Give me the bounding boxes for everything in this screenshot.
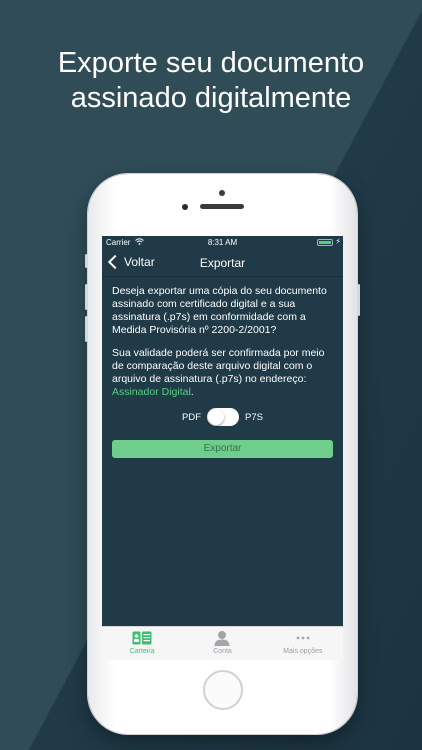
status-bar: Carrier 8:31 AM ⚡ — [102, 236, 343, 250]
proximity-sensor — [219, 190, 225, 196]
navigation-bar: Voltar Exportar — [102, 250, 343, 277]
earpiece-speaker — [200, 204, 244, 209]
tab-conta[interactable]: Conta — [182, 627, 262, 660]
headline-line-1: Exporte seu documento — [57, 47, 365, 79]
status-time: 8:31 AM — [207, 238, 238, 247]
tab-label: Mais opções — [283, 648, 323, 655]
mute-switch — [85, 254, 88, 268]
more-dots-icon — [263, 630, 343, 646]
home-button[interactable] — [203, 670, 243, 710]
wallet-card-icon — [102, 630, 182, 646]
format-toggle-switch[interactable] — [207, 408, 240, 426]
volume-down-button — [85, 316, 88, 342]
tab-mais-opcoes[interactable]: Mais opções — [263, 627, 343, 660]
validation-text: Sua validade poderá ser confirmada por m… — [112, 347, 325, 385]
export-description: Deseja exportar uma cópia do seu documen… — [112, 285, 327, 336]
validation-text-end: . — [190, 386, 194, 398]
page-headline: Exporte seu documento assinado digitalme… — [0, 46, 422, 116]
battery-icon — [317, 239, 333, 246]
person-icon — [182, 630, 262, 646]
validation-description: Sua validade poderá ser confirmada por m… — [112, 347, 333, 399]
tab-label: Carteira — [129, 648, 155, 655]
front-camera — [182, 204, 188, 210]
app-screen: Carrier 8:31 AM ⚡ Voltar Exportar Deseja… — [102, 236, 343, 660]
power-button — [357, 284, 360, 316]
tab-bar: Carteira Conta Mais opções — [102, 626, 343, 660]
volume-up-button — [85, 284, 88, 310]
headline-line-2: assinado digitalmente — [70, 82, 352, 114]
toggle-knob — [208, 409, 225, 425]
assinador-digital-link[interactable]: Assinador Digital — [112, 386, 191, 398]
tab-carteira[interactable]: Carteira — [102, 627, 182, 660]
tab-label: Conta — [213, 648, 232, 655]
charging-icon: ⚡ — [335, 237, 341, 246]
p7s-label: P7S — [245, 411, 263, 423]
nav-title: Exportar — [199, 256, 246, 270]
format-toggle-row: PDF P7S — [112, 408, 333, 426]
export-content: Deseja exportar uma cópia do seu documen… — [102, 277, 343, 426]
pdf-label: PDF — [182, 411, 202, 423]
phone-frame: Carrier 8:31 AM ⚡ Voltar Exportar Deseja… — [85, 174, 360, 734]
export-button[interactable]: Exportar — [112, 440, 333, 458]
